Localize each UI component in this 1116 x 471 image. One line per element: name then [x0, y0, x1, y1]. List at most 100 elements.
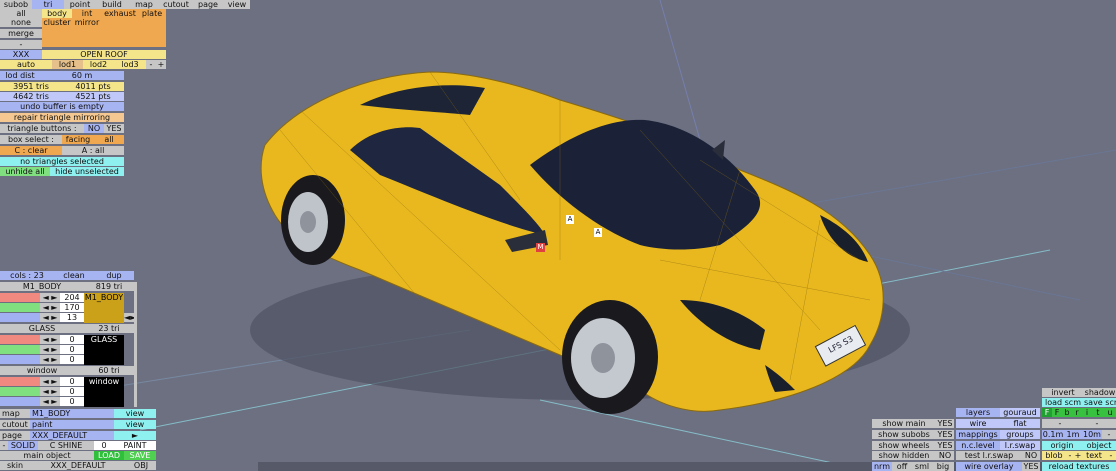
sel-int[interactable]: int [72, 9, 102, 18]
invert-button[interactable]: invert [1042, 388, 1084, 397]
wire-overlay-value[interactable]: YES [1022, 462, 1040, 471]
load-button[interactable]: LOAD [94, 451, 124, 460]
mappings-button[interactable]: mappings [956, 430, 1000, 439]
arrows-icon[interactable]: ◄ ► [40, 377, 60, 386]
sel-all[interactable]: all [0, 9, 42, 18]
menu-build[interactable]: build [96, 0, 128, 9]
size-sml[interactable]: sml [912, 462, 932, 471]
sel-body[interactable]: body [42, 9, 72, 18]
sel-empty-1[interactable] [102, 18, 138, 27]
arrows-icon[interactable]: ◄ ► [40, 397, 60, 406]
show-hidden-button[interactable]: show hidden [872, 451, 936, 460]
shadow-button[interactable]: shadow [1084, 388, 1116, 397]
material-swatch-glass[interactable]: GLASS [84, 335, 124, 365]
step-10m[interactable]: 10m [1082, 430, 1102, 439]
color-red-swatch[interactable] [0, 293, 40, 302]
material-name-glass[interactable]: GLASS [0, 324, 84, 333]
xxx-button[interactable]: XXX [0, 50, 42, 59]
origin-button[interactable]: origin [1042, 441, 1082, 450]
cutout-value[interactable]: paint [30, 420, 114, 429]
color-red-swatch[interactable] [0, 377, 40, 386]
color-green-swatch[interactable] [0, 345, 40, 354]
flag-u[interactable]: u [1104, 408, 1116, 417]
text-minus[interactable]: - [1106, 451, 1116, 460]
merge-button[interactable]: merge [0, 29, 42, 38]
save-button[interactable]: SAVE [124, 451, 156, 460]
open-roof-button[interactable]: OPEN ROOF [42, 50, 166, 59]
solid-dash[interactable]: - [0, 441, 8, 450]
c-clear-button[interactable]: C : clear [0, 146, 62, 155]
flag-f2[interactable]: F [1052, 408, 1062, 417]
dash-left[interactable]: - [1042, 419, 1078, 428]
show-main-button[interactable]: show main [872, 419, 936, 428]
layers-button[interactable]: layers [956, 408, 1000, 417]
object-button[interactable]: object [1082, 441, 1116, 450]
blob-button[interactable]: blob [1042, 451, 1066, 460]
menu-map[interactable]: map [128, 0, 160, 9]
triangle-buttons-no[interactable]: NO [84, 124, 104, 133]
menu-page[interactable]: page [192, 0, 224, 9]
step-0-1m[interactable]: 0.1m [1042, 430, 1064, 439]
color-blue-swatch[interactable] [0, 313, 40, 322]
wire-overlay-button[interactable]: wire overlay [956, 462, 1022, 471]
page-next-button[interactable]: ► [114, 431, 156, 440]
box-select-facing[interactable]: facing [62, 135, 94, 144]
arrows-icon[interactable]: ◄► [124, 313, 134, 322]
menu-tri[interactable]: tri [32, 0, 64, 9]
dash-right[interactable]: - [1078, 419, 1116, 428]
color-green-swatch[interactable] [0, 303, 40, 312]
step-dash[interactable]: - [1102, 430, 1116, 439]
lod-lod1[interactable]: lod1 [52, 60, 83, 69]
gouraud-button[interactable]: gouraud [1000, 408, 1040, 417]
sel-cluster[interactable]: cluster [42, 18, 72, 27]
obj-button[interactable]: OBJ [126, 461, 156, 470]
text-button[interactable]: text [1082, 451, 1106, 460]
flag-b[interactable]: b [1062, 408, 1072, 417]
lod-auto[interactable]: auto [0, 60, 52, 69]
lod-lod3[interactable]: lod3 [114, 60, 146, 69]
blob-plus[interactable]: + [1074, 451, 1082, 460]
color-green-swatch[interactable] [0, 387, 40, 396]
hide-unselected-button[interactable]: hide unselected [50, 167, 124, 176]
blob-minus[interactable]: - [1066, 451, 1074, 460]
flag-i[interactable]: i [1082, 408, 1092, 417]
show-main-value[interactable]: YES [936, 419, 954, 428]
paint-button[interactable]: PAINT [114, 441, 156, 450]
map-view-button[interactable]: view [114, 409, 156, 418]
lod-plus[interactable]: + [156, 60, 166, 69]
flag-f1[interactable]: F [1042, 408, 1052, 417]
arrows-icon[interactable]: ◄ ► [40, 293, 60, 302]
box-select-all[interactable]: all [94, 135, 124, 144]
show-wheels-button[interactable]: show wheels [872, 441, 936, 450]
color-blue-swatch[interactable] [0, 355, 40, 364]
flag-t[interactable]: t [1092, 408, 1104, 417]
lod-minus[interactable]: - [146, 60, 156, 69]
material-name-m1-body[interactable]: M1_BODY [0, 282, 84, 291]
page-value[interactable]: XXX_DEFAULT [30, 431, 114, 440]
skin-value[interactable]: XXX_DEFAULT [30, 461, 126, 470]
sel-none[interactable]: none [0, 18, 42, 27]
a-all-button[interactable]: A : all [62, 146, 124, 155]
arrows-icon[interactable]: ◄ ► [40, 335, 60, 344]
menu-cutout[interactable]: cutout [160, 0, 192, 9]
show-hidden-value[interactable]: NO [936, 451, 954, 460]
material-swatch-m1-body[interactable]: M1_BODY [84, 293, 124, 323]
show-subobs-value[interactable]: YES [936, 430, 954, 439]
menu-point[interactable]: point [64, 0, 96, 9]
menu-view[interactable]: view [224, 0, 250, 9]
reload-textures-button[interactable]: reload textures [1042, 462, 1116, 471]
sel-exhaust[interactable]: exhaust [102, 9, 138, 18]
arrows-icon[interactable]: ◄ ► [40, 345, 60, 354]
flag-r[interactable]: r [1072, 408, 1082, 417]
test-lr-swap-value[interactable]: NO [1022, 451, 1040, 460]
map-value[interactable]: M1_BODY [30, 409, 114, 418]
material-name-window[interactable]: window [0, 366, 84, 375]
menu-subob[interactable]: subob [0, 0, 32, 9]
arrows-icon[interactable]: ◄ ► [40, 387, 60, 396]
solid-button[interactable]: SOLID [8, 441, 38, 450]
size-nrm[interactable]: nrm [872, 462, 892, 471]
c-shine-button[interactable]: C SHINE [38, 441, 94, 450]
3d-viewport[interactable] [0, 0, 1116, 471]
flat-button[interactable]: flat [1000, 419, 1040, 428]
materials-scrollbar[interactable] [134, 282, 137, 407]
